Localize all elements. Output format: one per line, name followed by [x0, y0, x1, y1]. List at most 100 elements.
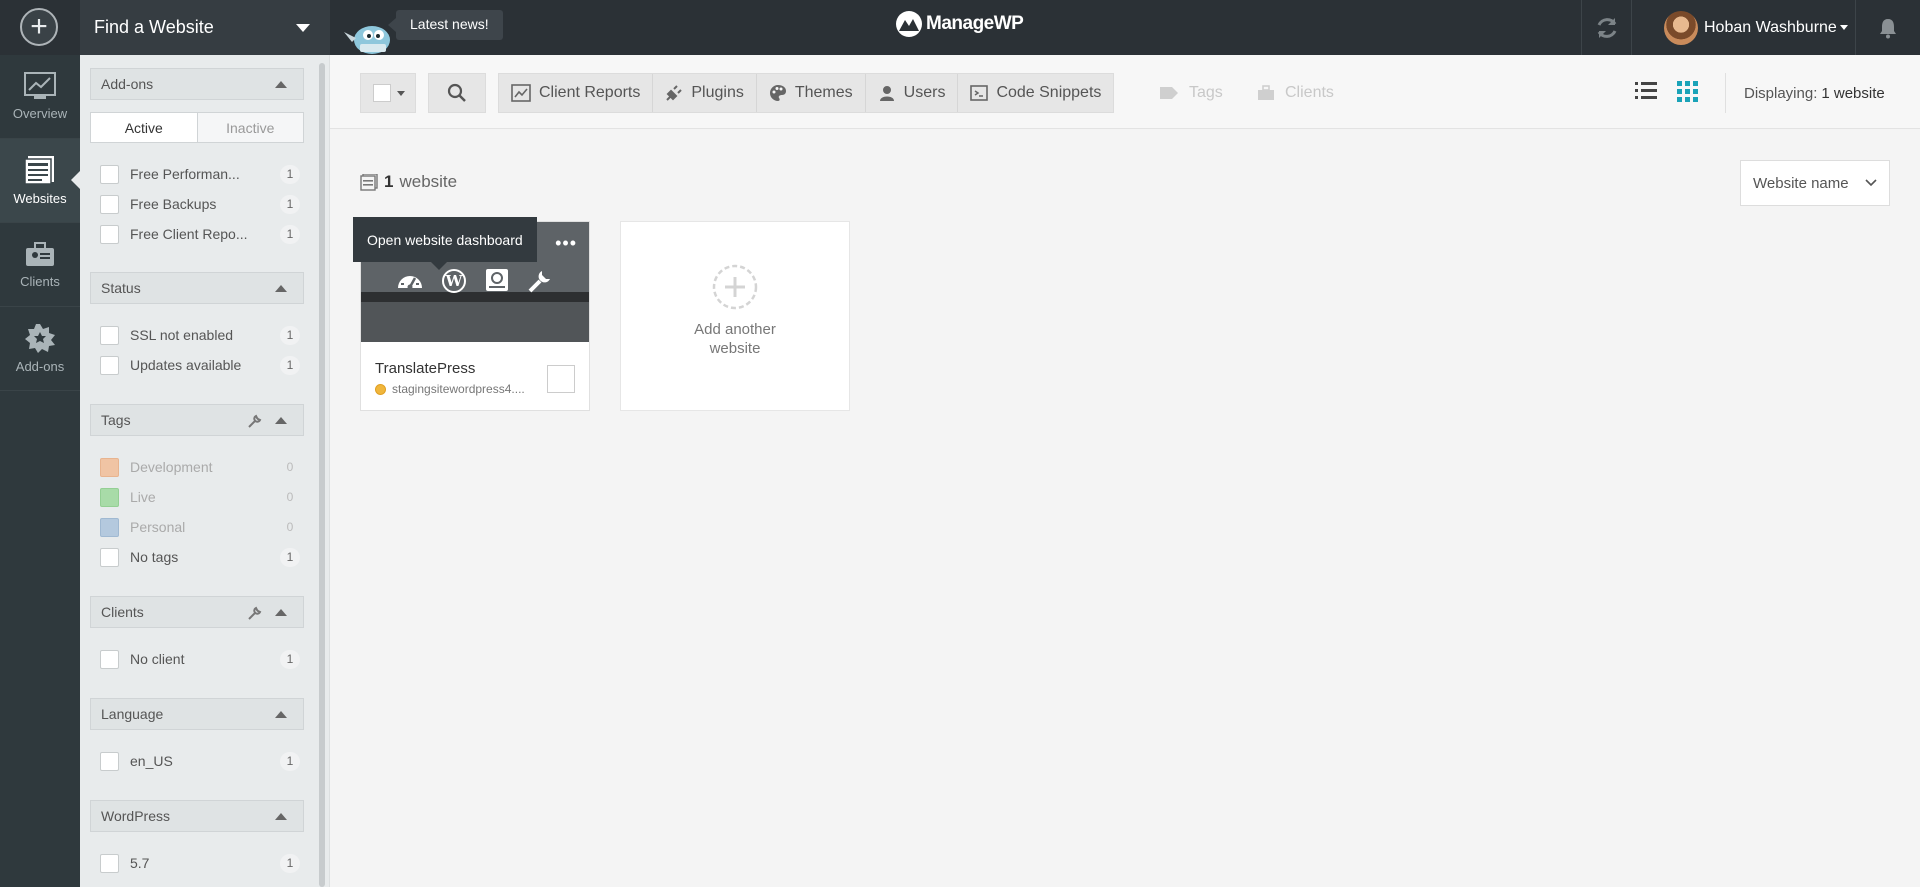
users-button[interactable]: Users [866, 74, 959, 112]
list-view-button[interactable] [1635, 81, 1657, 104]
filter-label: Free Client Repo... [130, 226, 248, 242]
wrench-icon[interactable] [247, 413, 263, 429]
nav-clients[interactable]: Clients [0, 223, 80, 307]
filter-item[interactable]: Free Backups 1 [100, 193, 300, 215]
backup-icon[interactable] [485, 268, 509, 292]
dashboard-tooltip: Open website dashboard [353, 217, 537, 270]
top-bar: + Find a Website Latest news! ManageWP H… [0, 0, 1920, 55]
collapse-icon[interactable] [275, 609, 287, 616]
filter-item[interactable]: Personal 0 [100, 516, 300, 538]
wrench-icon[interactable] [527, 268, 553, 294]
filter-checkbox[interactable] [100, 751, 119, 771]
filter-item[interactable]: Free Client Repo... 1 [100, 223, 300, 245]
filter-checkbox[interactable] [100, 164, 119, 184]
filter-checkbox[interactable] [100, 547, 119, 567]
filter-item[interactable]: Updates available 1 [100, 354, 300, 376]
filter-count: 1 [280, 853, 300, 873]
add-website-button[interactable]: + [20, 8, 58, 46]
filter-group-status[interactable]: Status [90, 272, 304, 304]
clients-button[interactable]: Clients [1257, 73, 1334, 113]
filter-item[interactable]: Live 0 [100, 486, 300, 508]
filter-group-title: Tags [101, 412, 131, 428]
filter-count: 1 [280, 194, 300, 214]
wordpress-icon[interactable]: W [441, 268, 467, 294]
search-button[interactable] [428, 73, 486, 113]
status-dot-icon [375, 383, 386, 395]
filter-checkbox[interactable] [100, 194, 119, 214]
filter-item[interactable]: en_US 1 [100, 750, 300, 772]
dashboard-icon[interactable] [397, 268, 423, 290]
tag-swatch-personal[interactable] [100, 517, 119, 537]
filter-item[interactable]: SSL not enabled 1 [100, 324, 300, 346]
displaying-value: 1 website [1821, 84, 1885, 102]
tab-inactive[interactable]: Inactive [198, 113, 304, 142]
wrench-icon[interactable] [247, 605, 263, 621]
collapse-icon[interactable] [275, 81, 287, 88]
filter-checkbox[interactable] [100, 325, 119, 345]
nav-overview[interactable]: Overview [0, 55, 80, 139]
tag-swatch-development[interactable] [100, 457, 119, 477]
filter-checkbox[interactable] [100, 649, 119, 669]
filter-group-title: Clients [101, 604, 144, 620]
plugins-button[interactable]: Plugins [653, 74, 757, 112]
filter-item[interactable]: Free Performan... 1 [100, 163, 300, 185]
themes-label: Themes [794, 84, 853, 101]
latest-news-bubble[interactable]: Latest news! [388, 10, 503, 40]
website-select-checkbox[interactable] [547, 365, 575, 393]
caret-down-icon [296, 24, 310, 32]
website-url[interactable]: stagingsitewordpress4.... [375, 382, 525, 396]
filter-item[interactable]: No tags 1 [100, 546, 300, 568]
refresh-button[interactable] [1581, 0, 1631, 55]
user-icon [879, 86, 894, 101]
filter-group-clients[interactable]: Clients [90, 596, 304, 628]
notifications-button[interactable] [1856, 0, 1920, 55]
code-icon [970, 85, 989, 101]
collapse-icon[interactable] [275, 813, 287, 820]
filter-group-wordpress[interactable]: WordPress [90, 800, 304, 832]
plugins-label: Plugins [691, 84, 744, 101]
website-card[interactable]: W ••• TranslatePress stagingsitewordpres… [353, 217, 590, 411]
tag-swatch-live[interactable] [100, 487, 119, 507]
client-reports-button[interactable]: Client Reports [499, 74, 654, 112]
filter-checkbox[interactable] [100, 355, 119, 375]
more-options-icon[interactable]: ••• [555, 234, 577, 252]
left-nav: Overview Websites Clients Add-ons [0, 55, 80, 887]
filter-count: 0 [286, 490, 294, 504]
filter-item[interactable]: 5.7 1 [100, 852, 300, 874]
tags-label: Tags [1189, 84, 1223, 101]
grid-view-button[interactable] [1677, 81, 1699, 106]
user-menu[interactable]: Hoban Washburne [1631, 0, 1856, 55]
filter-group-addons[interactable]: Add-ons [90, 68, 304, 100]
filter-item[interactable]: Development 0 [100, 456, 300, 478]
nav-label: Websites [13, 191, 67, 206]
code-snippets-button[interactable]: Code Snippets [958, 74, 1113, 112]
tags-button[interactable]: Tags [1159, 73, 1223, 113]
nav-websites[interactable]: Websites [0, 139, 80, 223]
filter-group-language[interactable]: Language [90, 698, 304, 730]
toolbar: Client Reports Plugins Themes Users Code… [330, 55, 1920, 129]
themes-button[interactable]: Themes [757, 74, 866, 112]
managewp-logo[interactable]: ManageWP [896, 11, 1024, 37]
logo-text: ManageWP [926, 13, 1024, 34]
sidebar-scrollbar[interactable] [319, 63, 325, 887]
find-website-dropdown[interactable]: Find a Website [80, 0, 330, 55]
filter-group-tags[interactable]: Tags [90, 404, 304, 436]
filter-checkbox[interactable] [100, 853, 119, 873]
filter-item[interactable]: No client 1 [100, 648, 300, 670]
website-name[interactable]: TranslatePress [375, 360, 475, 377]
filter-checkbox[interactable] [100, 224, 119, 244]
nav-addons[interactable]: Add-ons [0, 307, 80, 391]
select-all-checkbox[interactable] [373, 84, 391, 102]
clients-label: Clients [1285, 84, 1334, 101]
collapse-icon[interactable] [275, 711, 287, 718]
collapse-icon[interactable] [275, 417, 287, 424]
filter-group-title: Status [101, 280, 141, 296]
select-all-dropdown[interactable] [360, 73, 416, 113]
logo-mark-icon [896, 11, 922, 37]
sort-select[interactable]: Website name [1740, 160, 1890, 206]
tab-active[interactable]: Active [91, 113, 198, 142]
collapse-icon[interactable] [275, 285, 287, 292]
filter-count: 1 [280, 355, 300, 375]
add-website-card[interactable]: Add another website [620, 221, 850, 411]
report-chart-icon [511, 84, 531, 102]
